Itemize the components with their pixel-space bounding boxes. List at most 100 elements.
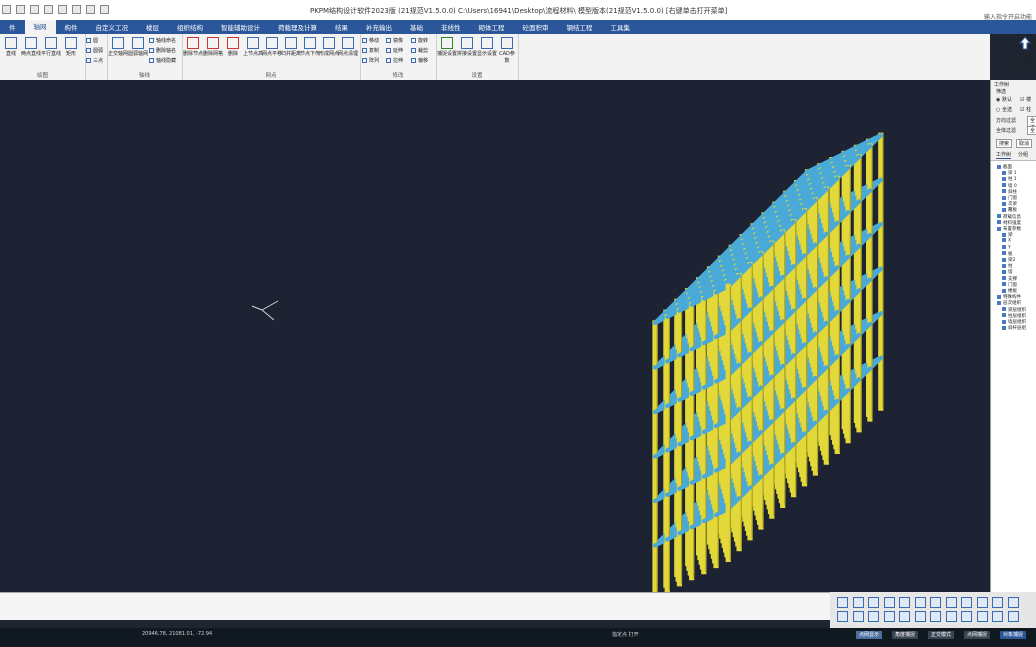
arc-tool[interactable]: 圆弧	[86, 47, 103, 54]
tree-item[interactable]: Y	[1002, 244, 1011, 250]
radio-all[interactable]: ○ 全选	[996, 106, 1012, 113]
tree-item[interactable]: 门窗	[1002, 195, 1017, 201]
tree-item[interactable]: 梁层组织	[1002, 307, 1026, 313]
menu-item-14[interactable]: 钢结工程	[558, 22, 602, 32]
menu-item-7[interactable]: 荷载理及计算	[269, 22, 326, 32]
tree-item[interactable]: 柱层组织	[1002, 313, 1026, 319]
material-view-icon[interactable]	[930, 611, 941, 622]
render-view-icon[interactable]	[945, 611, 957, 622]
menu-item-5[interactable]: 组织结构	[168, 22, 212, 32]
hide-view-icon[interactable]	[992, 611, 1003, 622]
menu-item-8[interactable]: 结果	[326, 22, 357, 32]
tree-item[interactable]: 特殊构件	[997, 294, 1021, 300]
menu-item-11[interactable]: 非线性	[432, 22, 470, 32]
tree-item[interactable]: 梁	[1002, 232, 1013, 238]
forward-icon[interactable]	[100, 5, 109, 14]
stretch-tool[interactable]: 拉伸	[386, 57, 403, 64]
ribbon-button-delete-node[interactable]: 删除节点	[183, 37, 203, 57]
ribbon-button-display-settings[interactable]: 显示设置	[477, 37, 497, 57]
filter-button[interactable]: 全	[1027, 126, 1036, 135]
array-tool[interactable]: 阵列	[362, 57, 379, 64]
toggle-grid-display[interactable]: 点网显示	[856, 631, 883, 639]
tab-work-tree[interactable]: 工作树	[996, 151, 1012, 159]
three-point-tool[interactable]: 三点	[86, 57, 103, 64]
tree-item[interactable]: 截面	[997, 164, 1012, 170]
toggle-grid-snap[interactable]: 点网捕捉	[964, 631, 991, 639]
rotate-tool[interactable]: 旋转	[411, 37, 428, 44]
tree-item[interactable]: 荷载信息	[997, 214, 1021, 220]
front-view-icon[interactable]	[837, 597, 848, 608]
settings-icon[interactable]	[72, 5, 81, 14]
measure-view-icon[interactable]	[961, 611, 972, 622]
tree-item[interactable]: 墙	[1002, 269, 1013, 275]
clip-view-icon[interactable]	[883, 611, 895, 622]
print-icon[interactable]	[58, 5, 67, 14]
toggle-object-snap[interactable]: 对象捕捉	[1000, 631, 1027, 639]
section-view-icon[interactable]	[868, 611, 879, 622]
ribbon-button-snap-settings[interactable]: 捕捉设置	[437, 37, 457, 57]
ribbon-button-merge-distance[interactable]: 归并距离	[281, 37, 301, 57]
circle-tool[interactable]: 圆	[86, 37, 98, 44]
left-view-icon[interactable]	[868, 597, 879, 608]
search-button[interactable]: 搜索	[996, 139, 1013, 148]
ribbon-button-delete[interactable]: 删除	[223, 37, 243, 57]
menu-item-0[interactable]: 件	[0, 22, 25, 32]
ribbon-button-cad-params[interactable]: CAD参数	[497, 37, 517, 64]
right-view-icon[interactable]	[883, 597, 895, 608]
layer-view-icon[interactable]	[1007, 611, 1019, 622]
ribbon-button-arc-grid[interactable]: 圆弧轴网	[128, 37, 148, 57]
light-view-icon[interactable]	[914, 611, 926, 622]
hide-axis-tool[interactable]: 轴线隐藏	[149, 57, 176, 64]
tree-item[interactable]: 次梁	[1002, 201, 1017, 207]
ribbon-button-rectangle[interactable]: 矩形	[61, 37, 81, 57]
delete-axis-name-tool[interactable]: 删除轴名	[149, 47, 176, 54]
menu-item-1[interactable]: 轴网	[24, 20, 56, 34]
zoom-window-icon[interactable]	[976, 597, 988, 608]
save-icon[interactable]	[44, 5, 53, 14]
back-view-icon[interactable]	[852, 597, 864, 608]
top-view-icon[interactable]	[899, 597, 910, 608]
tree-item[interactable]: 梁2	[1002, 257, 1015, 263]
tree-item[interactable]: 柱 1	[1002, 176, 1017, 182]
ribbon-button-node-elevation[interactable]: 上节点高	[243, 37, 263, 57]
menu-item-4[interactable]: 楼层	[137, 22, 168, 32]
pan-view-icon[interactable]	[961, 597, 972, 608]
tree-item[interactable]: X	[1002, 238, 1011, 244]
trim-tool[interactable]: 裁剪	[411, 47, 428, 54]
tree-item[interactable]: 斜杆层组	[1002, 325, 1026, 331]
copy-tool[interactable]: 复制	[362, 47, 379, 54]
cancel-button[interactable]: 取消	[1016, 139, 1033, 148]
menu-item-13[interactable]: 砼面积审	[514, 22, 558, 32]
new-file-icon[interactable]	[30, 5, 39, 14]
ribbon-button-line[interactable]: 直线	[1, 37, 21, 57]
tree-item[interactable]: 层次组织	[997, 300, 1021, 306]
tree-item[interactable]: 墙层组织	[1002, 319, 1026, 325]
ribbon-button-clean-network[interactable]: 网点清理	[338, 37, 358, 57]
ribbon-button-splice-settings[interactable]: 拼接设置	[457, 37, 477, 57]
move-tool[interactable]: 移动	[362, 37, 379, 44]
menu-item-9[interactable]: 补充输出	[357, 22, 401, 32]
snap-view-icon[interactable]	[976, 611, 988, 622]
tree-item[interactable]: 板	[1002, 251, 1013, 257]
menu-item-6[interactable]: 智能辅助设计	[212, 22, 269, 32]
menu-item-12[interactable]: 砌体工程	[470, 22, 514, 32]
ribbon-button-orthogonal-grid[interactable]: 正交轴网	[108, 37, 128, 57]
ribbon-button-delete-grid[interactable]: 删除网格	[203, 37, 223, 57]
menu-item-10[interactable]: 基础	[401, 22, 432, 32]
command-line[interactable]	[0, 592, 830, 620]
tree-item[interactable]: 柱	[1002, 263, 1013, 269]
extend-tool[interactable]: 延伸	[386, 47, 403, 54]
shaded-view-icon[interactable]	[852, 611, 864, 622]
tree-item[interactable]: 梁 1	[1002, 170, 1017, 176]
model-canvas[interactable]	[0, 80, 990, 592]
walk-view-icon[interactable]	[899, 611, 910, 622]
tree-item[interactable]: 楼板	[1002, 288, 1017, 294]
tree-item[interactable]: 支撑	[1002, 276, 1017, 282]
ribbon-button-form-network[interactable]: 形成网点	[319, 37, 339, 57]
toggle-ortho-mode[interactable]: 正交模式	[928, 631, 955, 639]
tree-item[interactable]: 布置参数	[997, 226, 1021, 232]
undo-icon[interactable]	[16, 5, 25, 14]
checkbox-1[interactable]: ☑ 楼	[1020, 96, 1031, 103]
zoom-extents-icon[interactable]	[992, 597, 1003, 608]
back-icon[interactable]	[86, 5, 95, 14]
